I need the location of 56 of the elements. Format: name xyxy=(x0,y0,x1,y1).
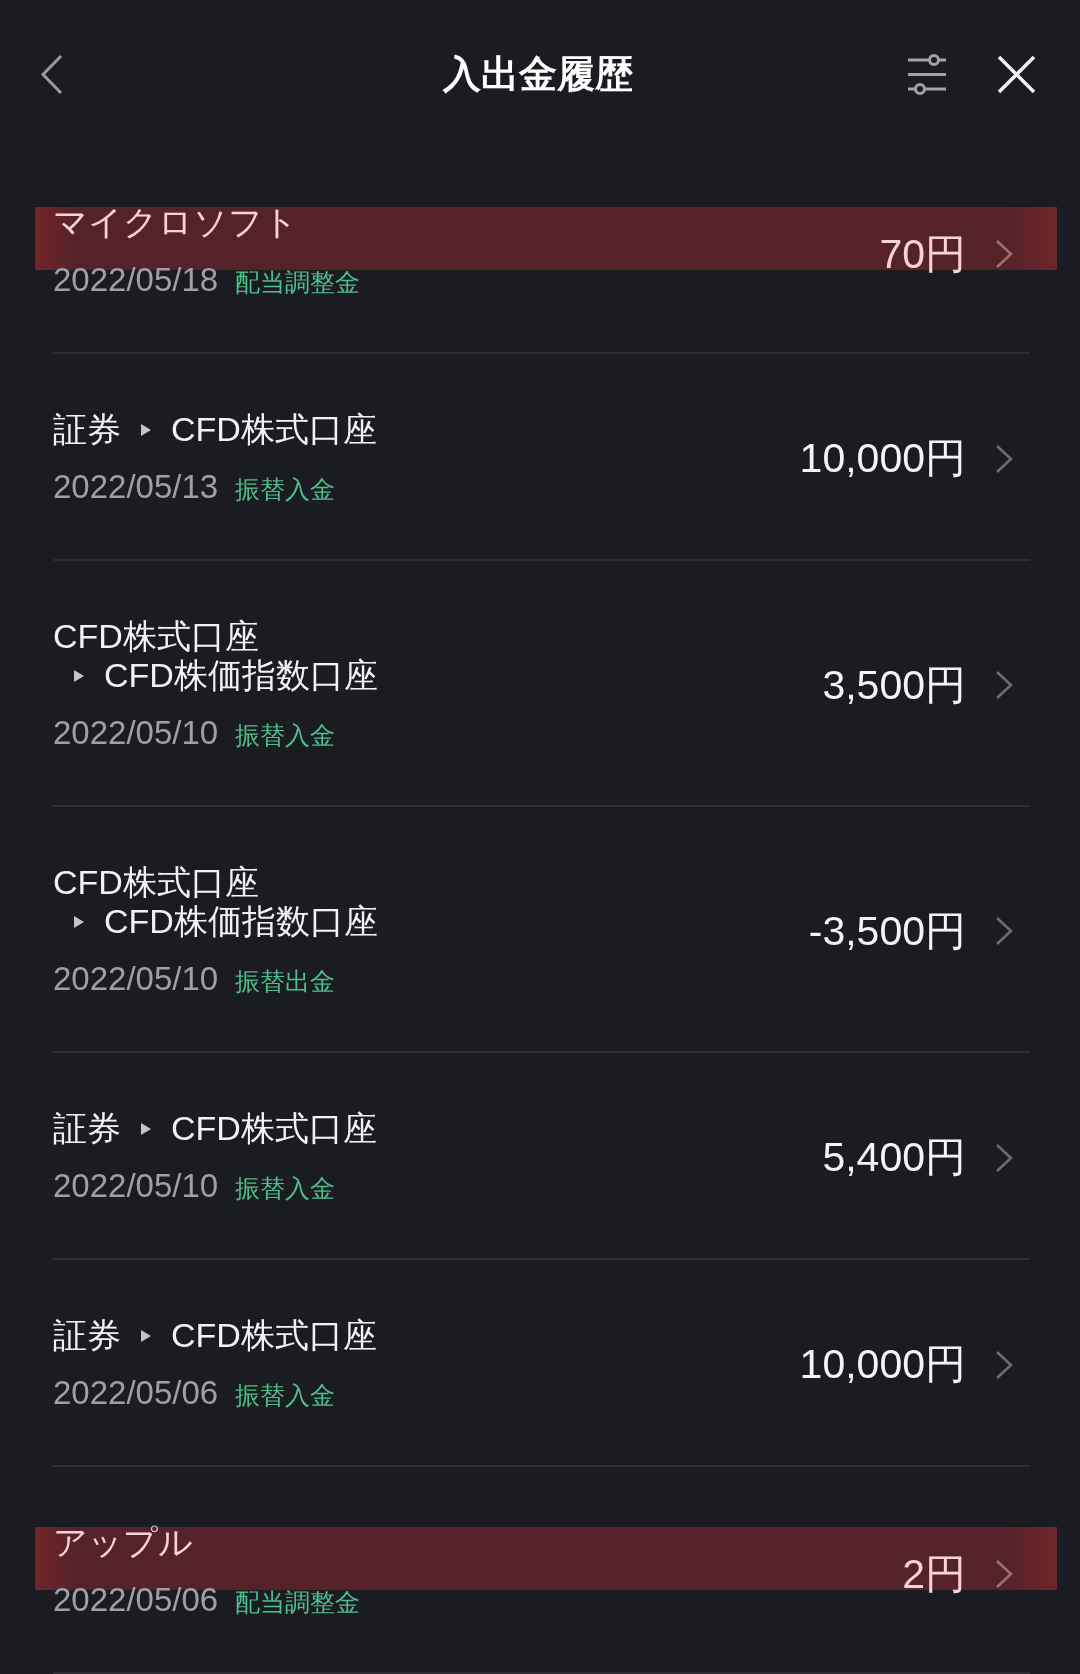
transaction-date: 2022/05/06 xyxy=(53,1580,219,1620)
chevron-right-icon xyxy=(994,1142,1014,1173)
triangle-icon xyxy=(74,669,84,682)
transaction-row[interactable]: 証券 CFD株式口座 2022/05/06 振替入金 10,000円 xyxy=(25,1260,1065,1467)
chevron-right-icon xyxy=(994,1559,1014,1589)
chevron-right-icon xyxy=(994,443,1014,474)
triangle-icon xyxy=(141,423,151,436)
destination-account: CFD株式口座 xyxy=(171,1109,377,1148)
source-account: 証券 xyxy=(53,410,121,449)
transaction-row[interactable]: CFD株式口座 CFD株価指数口座 2022/05/10 振替入金 3,500円 xyxy=(25,561,1065,807)
transaction-amount: 5,400円 xyxy=(822,1133,966,1182)
triangle-icon xyxy=(74,915,84,928)
transaction-date: 2022/05/10 xyxy=(53,959,219,999)
transaction-amount: -3,500円 xyxy=(808,906,966,956)
transaction-type: 振替入金 xyxy=(235,474,336,505)
destination-account: CFD株式口座 xyxy=(171,410,377,449)
transaction-type: 振替入金 xyxy=(235,1173,336,1204)
transaction-row[interactable]: 証券 CFD株式口座 2022/05/13 振替入金 10,000円 xyxy=(25,354,1065,561)
transaction-row[interactable]: アップル 2022/05/06 配当調整金 2円 xyxy=(25,1467,1065,1674)
transaction-row[interactable]: 証券 CFD株式口座 2022/05/10 振替入金 5,400円 xyxy=(25,1053,1065,1260)
triangle-icon xyxy=(141,1122,151,1135)
close-icon[interactable] xyxy=(997,54,1036,94)
transaction-row[interactable]: CFD株式口座 CFD株価指数口座 2022/05/10 振替出金 -3,500円 xyxy=(25,807,1065,1053)
transaction-amount: 10,000円 xyxy=(799,434,966,483)
transaction-date: 2022/05/18 xyxy=(53,260,219,300)
back-icon[interactable] xyxy=(40,53,64,95)
source-account: CFD株式口座 xyxy=(53,617,259,656)
destination-account: CFD株価指数口座 xyxy=(104,902,378,941)
source-account: 証券 xyxy=(53,1109,121,1148)
triangle-icon xyxy=(141,1329,151,1342)
source-account: 証券 xyxy=(53,1316,121,1355)
transaction-date: 2022/05/10 xyxy=(53,1166,219,1206)
page-title: 入出金履歴 xyxy=(443,52,633,97)
transaction-date: 2022/05/10 xyxy=(53,713,219,753)
chevron-right-icon xyxy=(994,670,1014,700)
source-account: CFD株式口座 xyxy=(53,863,259,902)
transaction-amount: 10,000円 xyxy=(799,1340,966,1389)
chevron-right-icon xyxy=(994,1349,1014,1380)
transaction-date: 2022/05/13 xyxy=(53,467,219,507)
transaction-type: 振替入金 xyxy=(235,720,336,751)
transaction-type: 振替出金 xyxy=(235,966,336,997)
transaction-date: 2022/05/06 xyxy=(53,1373,219,1413)
transaction-type: 配当調整金 xyxy=(235,267,361,298)
security-name: アップル xyxy=(53,1523,193,1562)
security-name: マイクロソフト xyxy=(53,203,298,242)
transaction-type: 振替入金 xyxy=(235,1380,336,1411)
transaction-type: 配当調整金 xyxy=(235,1587,361,1618)
filter-icon[interactable] xyxy=(908,53,946,95)
destination-account: CFD株式口座 xyxy=(171,1316,377,1355)
destination-account: CFD株価指数口座 xyxy=(104,656,378,695)
transaction-amount: 3,500円 xyxy=(822,660,966,710)
chevron-right-icon xyxy=(994,916,1014,946)
transaction-row[interactable]: マイクロソフト 2022/05/18 配当調整金 70円 xyxy=(25,147,1065,354)
chevron-right-icon xyxy=(994,239,1014,269)
transaction-amount: 2円 xyxy=(902,1549,966,1599)
transaction-amount: 70円 xyxy=(879,229,966,279)
